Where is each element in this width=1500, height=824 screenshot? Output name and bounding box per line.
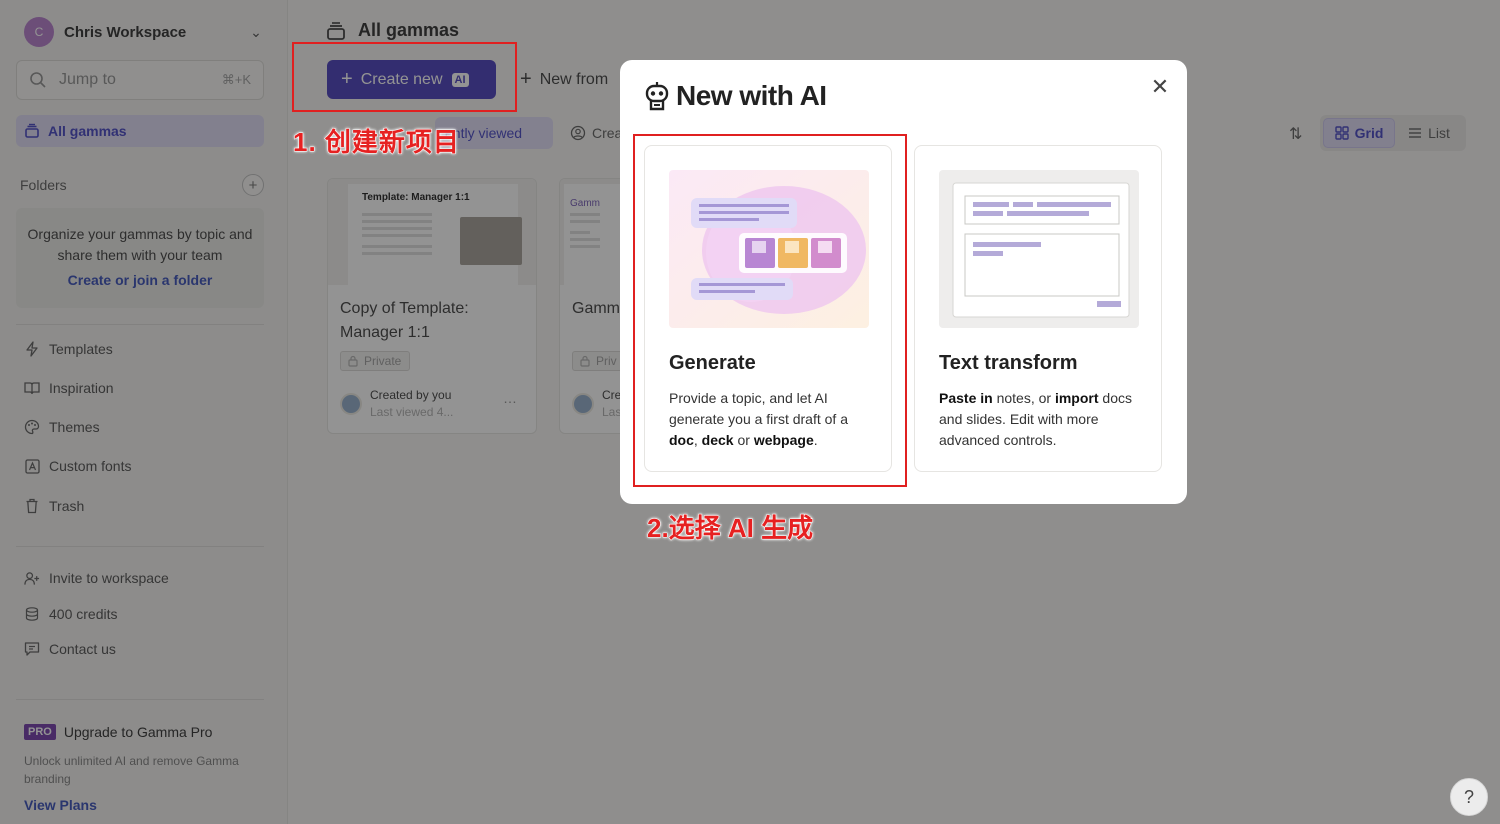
annotation-box-generate <box>633 134 907 487</box>
help-button[interactable]: ? <box>1450 778 1488 816</box>
dialog-title-text: New with AI <box>676 80 827 111</box>
annotation-step-2: 2.选择 AI 生成 <box>646 513 814 544</box>
annotation-box-create <box>292 42 517 112</box>
text-transform-title: Text transform <box>939 352 1078 374</box>
dialog-title: New with AI <box>642 80 827 112</box>
text-transform-option[interactable]: Text transform Paste in notes, or import… <box>914 145 1162 472</box>
text-transform-description: Paste in notes, or import docs and slide… <box>939 390 1132 448</box>
text-transform-illustration <box>939 170 1139 328</box>
annotation-step-1: 1. 创建新项目 <box>293 127 460 158</box>
robot-icon <box>645 82 669 111</box>
close-icon[interactable]: ✕ <box>1150 74 1170 100</box>
